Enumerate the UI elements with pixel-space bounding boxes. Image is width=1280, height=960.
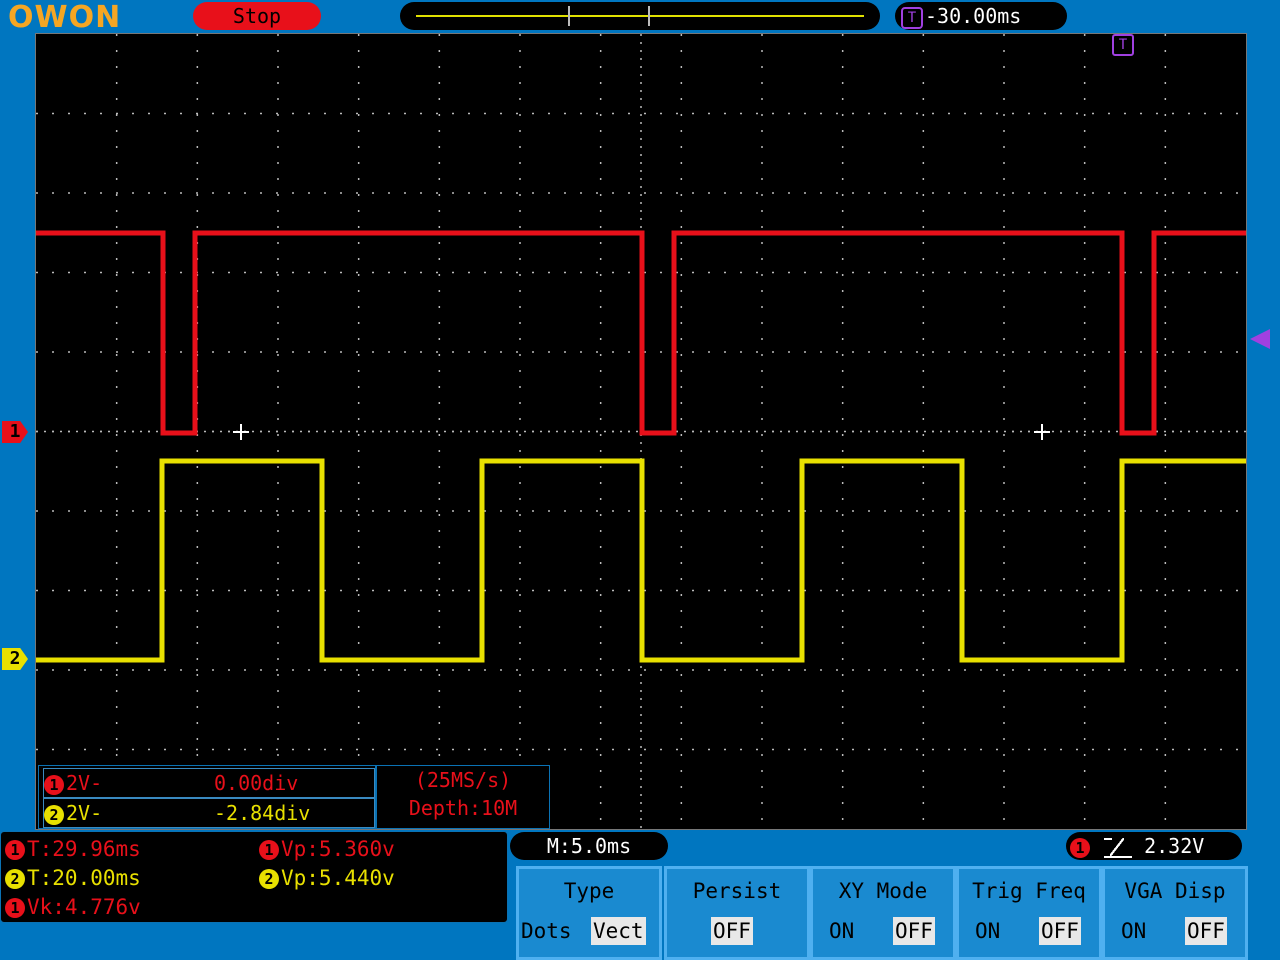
trigger-level-marker[interactable] — [1250, 329, 1270, 349]
trigger-edge-icon — [1104, 837, 1133, 858]
menu-xy-mode-button[interactable]: XY Mode ON OFF — [810, 866, 956, 960]
ch1-waveform — [36, 230, 1246, 436]
waveform-canvas — [36, 34, 1246, 829]
trigger-level-value: 2.32V — [1144, 834, 1205, 858]
channel-info-panel: 1 2V- 0.00div 2 2V- -2.84div — [38, 765, 376, 829]
menu-vga-option-off: OFF — [1185, 917, 1227, 945]
measurement-item: 1 T:29.96ms — [5, 834, 141, 864]
menu-type-option-vect: Vect — [591, 917, 646, 945]
trigger-position-marker[interactable]: T — [1112, 34, 1134, 56]
sample-info-panel: (25MS/s) Depth:10M — [376, 765, 550, 829]
menu-trig-freq-option-off: OFF — [1039, 917, 1081, 945]
trigger-info: 1 2.32V — [1066, 832, 1242, 860]
menu-vga-disp-button[interactable]: VGA Disp ON OFF — [1102, 866, 1248, 960]
measurement-item: 2 Vp:5.440v — [259, 863, 395, 893]
timebase-indicator: M:5.0ms — [510, 832, 668, 860]
ch2-waveform — [36, 458, 1246, 663]
ch2-offset: -2.84div — [214, 801, 311, 825]
ch1-scale: 2V- — [66, 771, 103, 795]
ch1-offset: 0.00div — [214, 771, 299, 795]
menu-persist-title: Persist — [692, 879, 782, 903]
menu-type-option-dots: Dots — [521, 919, 572, 943]
trigger-time-value: -30.00ms — [925, 4, 1022, 28]
measurement-panel: 1 T:29.96ms 1 Vp:5.360v 2 T:20.00ms 2 Vp:5.4… — [0, 831, 508, 923]
menu-vga-disp-title: VGA Disp — [1124, 879, 1226, 903]
measurement-item: 2 T:20.00ms — [5, 863, 141, 893]
ch2-info-row: 2 2V- -2.84div — [43, 798, 375, 828]
menu-vga-option-on: ON — [1121, 919, 1147, 943]
ch2-scale: 2V- — [66, 801, 103, 825]
ch1-info-row: 1 2V- 0.00div — [43, 768, 375, 798]
ch1-badge: 1 — [44, 774, 64, 795]
waveform-display — [35, 33, 1247, 830]
menu-type-title: Type — [563, 879, 615, 903]
menu-type-button[interactable]: Type Dots Vect — [516, 866, 662, 960]
menu-xy-option-on: ON — [829, 919, 855, 943]
trigger-source-badge: 1 — [1070, 837, 1090, 858]
sample-rate: (25MS/s) — [414, 768, 512, 792]
trigger-time-offset: T -30.00ms — [895, 2, 1067, 30]
ch1-ground-marker[interactable]: 1 — [2, 421, 28, 443]
ch2-badge: 2 — [44, 804, 64, 825]
trigger-icon: T — [901, 6, 923, 29]
ch2-ground-marker[interactable]: 2 — [2, 648, 28, 670]
menu-trig-freq-option-on: ON — [975, 919, 1001, 943]
menu-persist-button[interactable]: Persist OFF — [664, 866, 810, 960]
memory-position-bar — [400, 2, 880, 30]
owon-logo: OWON — [8, 0, 122, 35]
menu-xy-option-off: OFF — [893, 917, 935, 945]
menu-trig-freq-title: Trig Freq — [972, 879, 1086, 903]
menu-xy-mode-title: XY Mode — [838, 879, 928, 903]
measurement-item: 1 Vk:4.776v — [5, 892, 141, 922]
menu-persist-option-off: OFF — [711, 917, 753, 945]
run-stop-status[interactable]: Stop — [193, 2, 321, 30]
memory-depth: Depth:10M — [408, 796, 518, 820]
menu-trig-freq-button[interactable]: Trig Freq ON OFF — [956, 866, 1102, 960]
measurement-item: 1 Vp:5.360v — [259, 834, 395, 864]
